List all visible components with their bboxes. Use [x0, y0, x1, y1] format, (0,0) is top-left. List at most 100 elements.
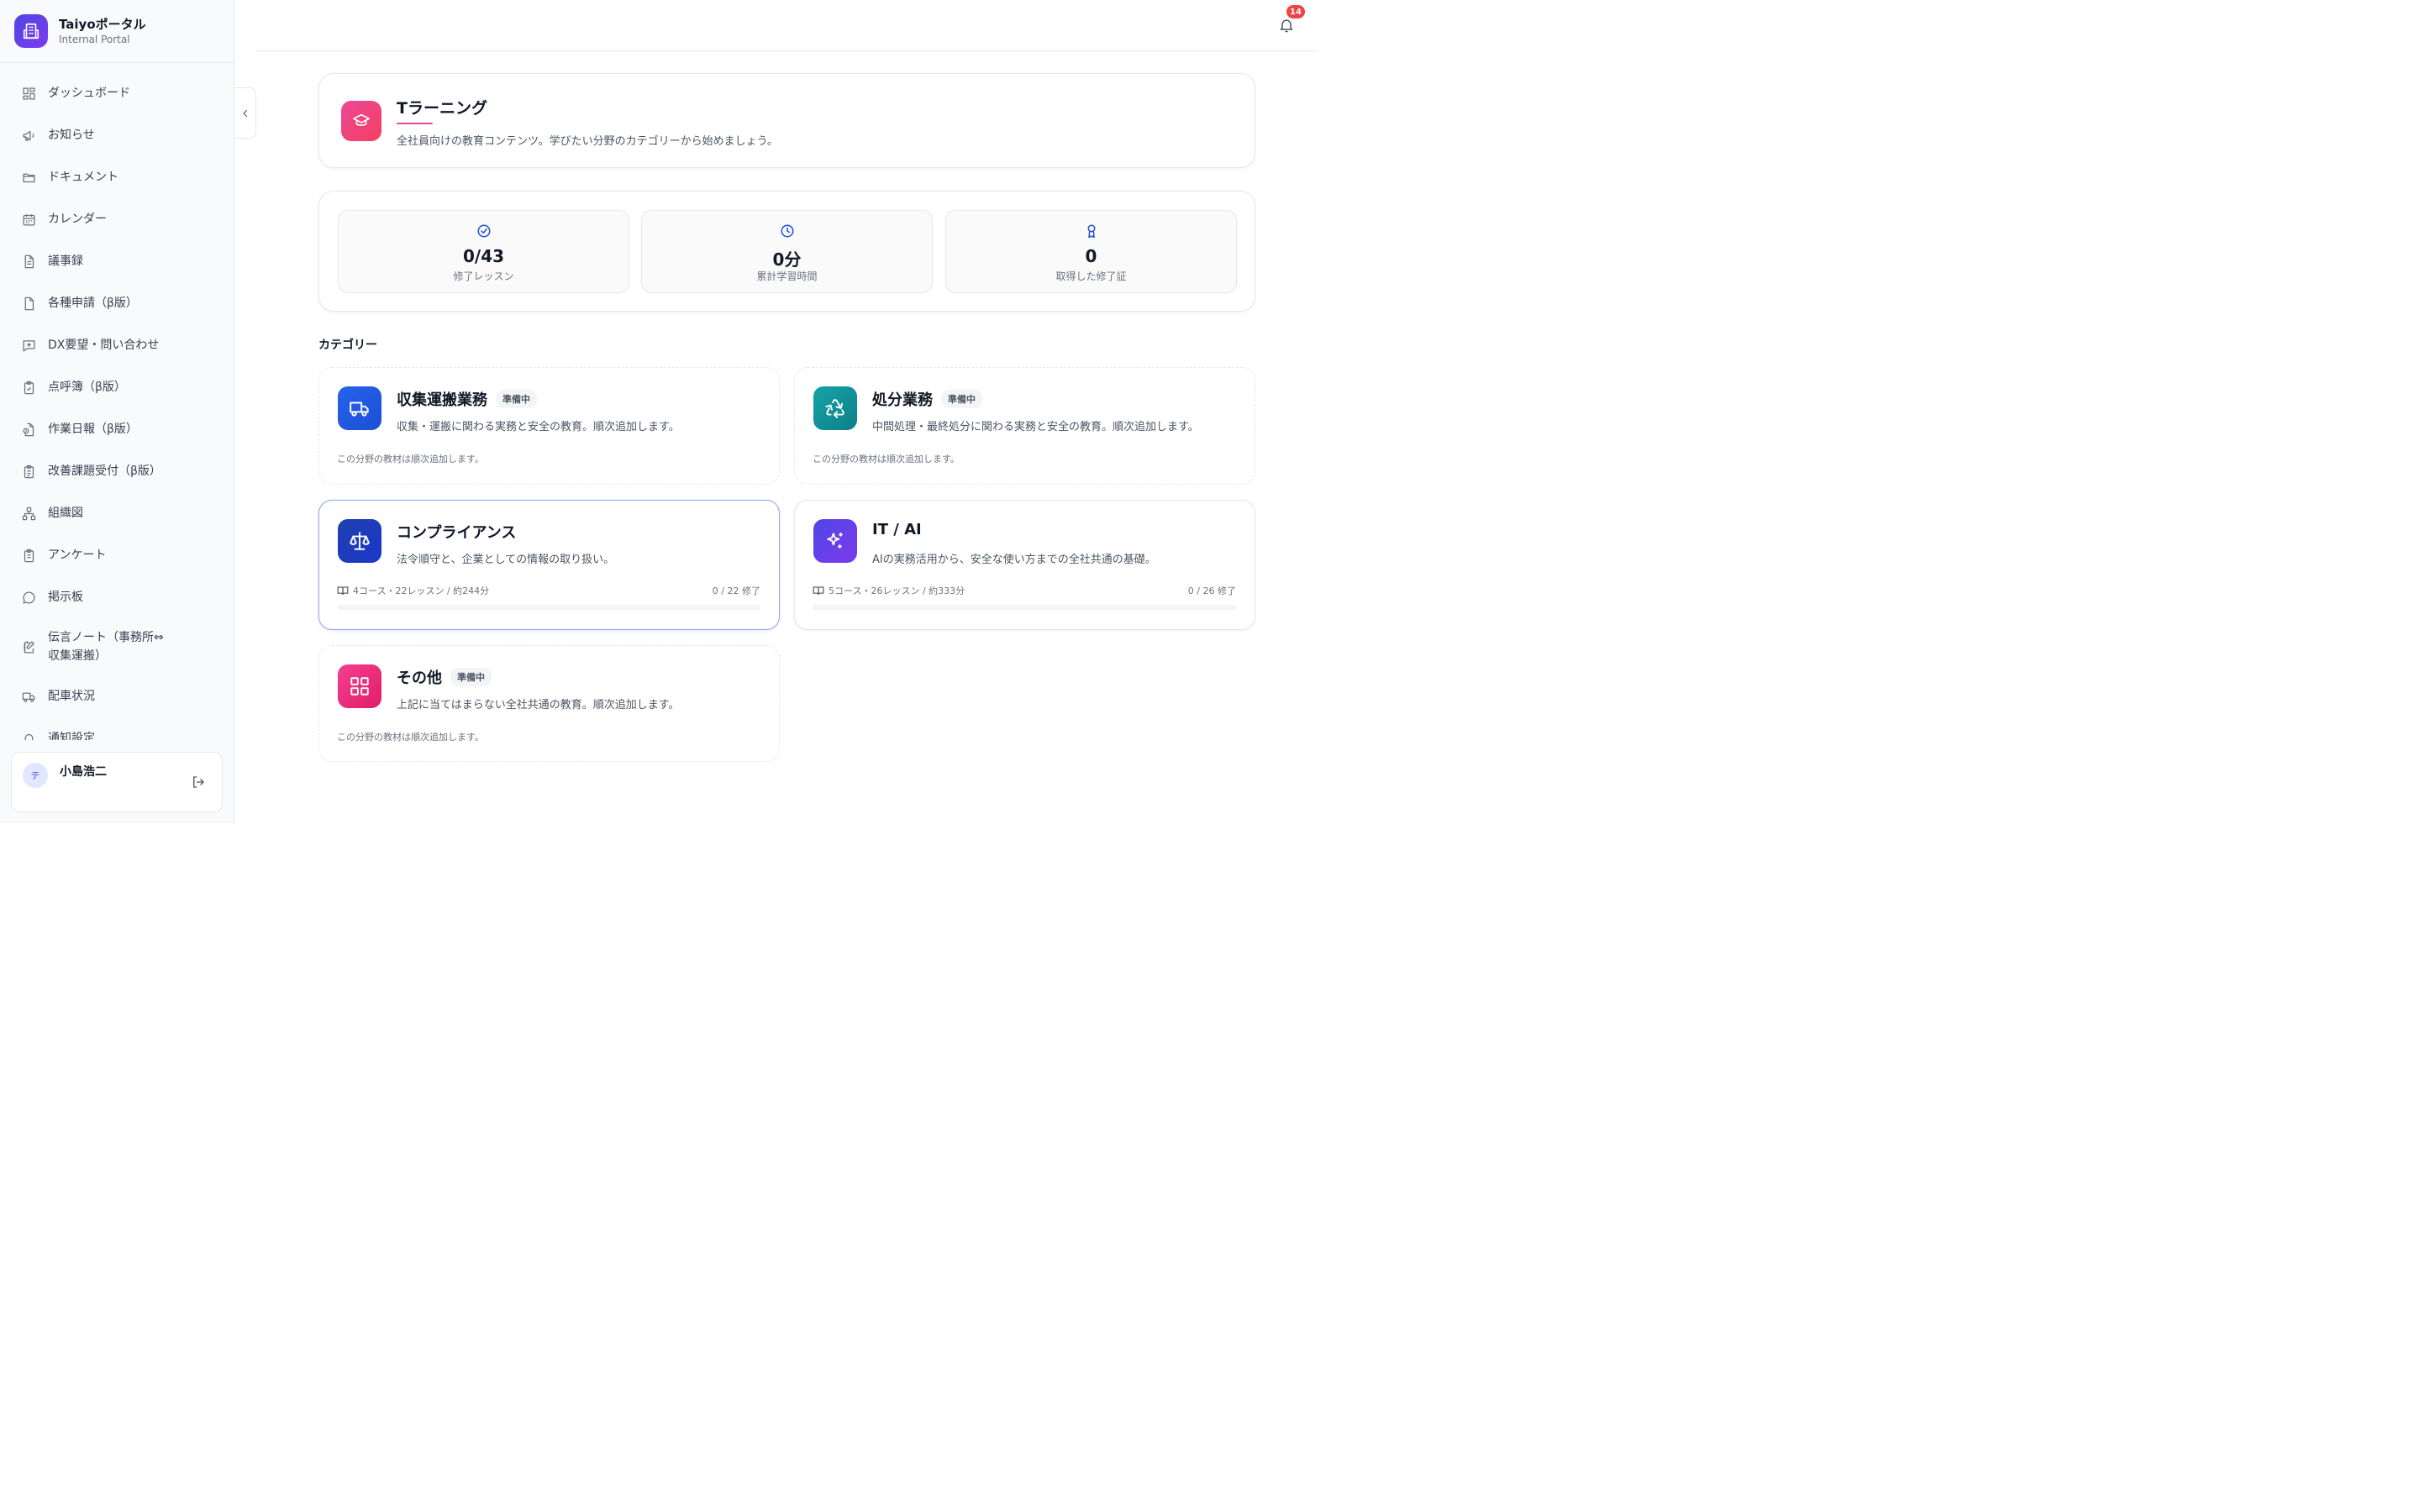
stat-label: 累計学習時間: [756, 270, 818, 282]
progress-text: 0 / 26 修了: [1187, 585, 1236, 596]
sidebar-item-documents[interactable]: ドキュメント: [0, 156, 234, 198]
recycle-icon: [813, 386, 857, 430]
stat-study-time: 0分 累計学習時間: [641, 210, 933, 293]
stat-value: 0: [1085, 246, 1097, 266]
sidebar-item-label: アンケート: [48, 549, 107, 562]
logout-icon[interactable]: [191, 774, 206, 790]
sidebar-item-rollcall[interactable]: 点呼簿（β版）: [0, 366, 234, 408]
sidebar-item-notification-settings[interactable]: 通知設定: [0, 717, 234, 740]
sidebar-item-label: 通知設定: [48, 732, 95, 740]
stats-card: 0/43 修了レッスン 0分 累計学習時間 0 取得した修了証: [318, 191, 1255, 312]
clipboard-list-icon: [21, 464, 36, 479]
sidebar-item-applications[interactable]: 各種申請（β版）: [0, 282, 234, 324]
sidebar-item-label: 議事録: [48, 255, 83, 268]
category-title: IT / AI: [872, 521, 922, 538]
status-badge: 準備中: [941, 390, 982, 408]
category-description: 中間処理・最終処分に関わる実務と安全の教育。順次追加します。: [872, 421, 1199, 433]
category-card-disposal[interactable]: 処分業務 準備中 中間処理・最終処分に関わる実務と安全の教育。順次追加します。 こ…: [794, 367, 1255, 485]
stat-value: 0/43: [462, 246, 505, 266]
sidebar-item-minutes[interactable]: 議事録: [0, 240, 234, 282]
header-divider: [255, 50, 1318, 51]
sidebar-item-board[interactable]: 掲示板: [0, 576, 234, 618]
sidebar-item-message-note[interactable]: 伝言ノート（事務所⇔ 収集運搬）: [0, 618, 234, 675]
sidebar-item-label: 改善課題受付（β版）: [48, 465, 161, 478]
category-meta: 5コース・26レッスン / 約333分: [813, 584, 965, 597]
sidebar-item-label: DX要望・問い合わせ: [48, 339, 160, 352]
clipboard-check-icon: [21, 380, 36, 395]
avatar[interactable]: テ: [23, 763, 48, 788]
brand-subtitle: Internal Portal: [59, 33, 130, 45]
sidebar-item-dispatch[interactable]: 配車状況: [0, 675, 234, 717]
brand[interactable]: Taiyoポータル Internal Portal: [0, 0, 234, 63]
sidebar-item-label: カレンダー: [48, 213, 107, 226]
category-card-it-ai[interactable]: IT / AI AIの実務活用から、安全な使い方までの全社共通の基礎。 5コース…: [794, 500, 1255, 630]
sidebar-item-label: 掲示板: [48, 591, 83, 604]
category-description: 収集・運搬に関わる実務と安全の教育。順次追加します。: [397, 421, 680, 433]
category-card-other[interactable]: その他 準備中 上記に当てはまらない全社共通の教育。順次追加します。 この分野の教…: [318, 645, 780, 762]
notification-bell-icon[interactable]: [1278, 17, 1295, 34]
user-card: テ 小島浩二: [11, 752, 223, 812]
progress-bar: [813, 605, 1236, 610]
category-title: 処分業務 準備中: [872, 388, 982, 410]
sidebar-nav: ダッシュボード お知らせ ドキュメント カレンダー 議事録 各種申請（β版） D…: [0, 72, 234, 740]
stat-value: 0分: [772, 249, 802, 270]
category-card-collection[interactable]: 収集運搬業務 準備中 収集・運搬に関わる実務と安全の教育。順次追加します。 この分…: [318, 367, 780, 485]
notification-badge: 14: [1286, 5, 1305, 18]
sidebar-item-news[interactable]: お知らせ: [0, 114, 234, 156]
sidebar-item-org-chart[interactable]: 組織図: [0, 492, 234, 534]
book-icon: [337, 586, 349, 596]
category-title: その他 準備中: [397, 666, 492, 688]
brand-title: Taiyoポータル: [59, 16, 146, 32]
sidebar-item-improvement[interactable]: 改善課題受付（β版）: [0, 450, 234, 492]
category-note: この分野の教材は順次追加します。: [813, 454, 960, 465]
category-note: この分野の教材は順次追加します。: [337, 454, 484, 465]
sidebar-item-dashboard[interactable]: ダッシュボード: [0, 72, 234, 114]
category-title: コンプライアンス: [397, 524, 517, 542]
org-chart-icon: [21, 506, 36, 521]
stat-certificates: 0 取得した修了証: [945, 210, 1237, 293]
truck-icon: [21, 689, 36, 704]
sidebar-item-label: 組織図: [48, 507, 83, 520]
book-icon: [813, 586, 824, 596]
progress-bar: [337, 605, 760, 610]
sidebar-item-label: 各種申請（β版）: [48, 297, 138, 310]
scale-icon: [338, 519, 381, 563]
category-description: 法令順守と、企業としての情報の取り扱い。: [397, 554, 615, 566]
sidebar-item-label: 伝言ノート（事務所⇔ 収集運搬）: [48, 631, 164, 663]
file-icon: [21, 296, 36, 311]
sidebar-item-daily-report[interactable]: 作業日報（β版）: [0, 408, 234, 450]
clock-icon: [780, 223, 795, 239]
bell-icon: [21, 731, 36, 740]
status-badge: 準備中: [496, 390, 537, 408]
sidebar-item-survey[interactable]: アンケート: [0, 534, 234, 576]
sidebar-item-label: ダッシュボード: [48, 87, 130, 100]
stat-completed-lessons: 0/43 修了レッスン: [338, 210, 629, 293]
sidebar-item-calendar[interactable]: カレンダー: [0, 198, 234, 240]
calendar-icon: [21, 212, 36, 227]
stat-label: 修了レッスン: [453, 270, 514, 282]
category-title: 収集運搬業務 準備中: [397, 388, 537, 410]
category-description: 上記に当てはまらない全社共通の教育。順次追加します。: [397, 699, 680, 711]
stat-label: 取得した修了証: [1055, 270, 1127, 282]
dashboard-icon: [21, 86, 36, 101]
document-icon: [21, 254, 36, 269]
progress-text: 0 / 22 修了: [712, 585, 760, 596]
award-icon: [1084, 223, 1099, 239]
status-badge: 準備中: [450, 668, 492, 686]
sidebar-item-label: 配車状況: [48, 690, 95, 703]
page-title: Tラーニング: [397, 99, 487, 118]
sidebar-collapse-button[interactable]: [234, 87, 256, 139]
truck-icon: [338, 386, 381, 430]
sidebar-item-label: ドキュメント: [48, 171, 118, 184]
hero-card: Tラーニング 全社員向けの教育コンテンツ。学びたい分野のカテゴリーから始めましょ…: [318, 73, 1255, 168]
sparkles-icon: [813, 519, 857, 563]
chevron-left-icon: [242, 109, 247, 117]
category-description: AIの実務活用から、安全な使い方までの全社共通の基礎。: [872, 554, 1156, 566]
sidebar-item-dx-request[interactable]: DX要望・問い合わせ: [0, 324, 234, 366]
sidebar: Taiyoポータル Internal Portal ダッシュボード お知らせ ド…: [0, 0, 234, 823]
category-card-compliance[interactable]: コンプライアンス 法令順守と、企業としての情報の取り扱い。 4コース・22レッス…: [318, 500, 780, 630]
category-note: この分野の教材は順次追加します。: [337, 732, 484, 743]
sidebar-item-label: お知らせ: [48, 129, 95, 142]
check-circle-icon: [476, 223, 492, 239]
file-clock-icon: [21, 422, 36, 437]
